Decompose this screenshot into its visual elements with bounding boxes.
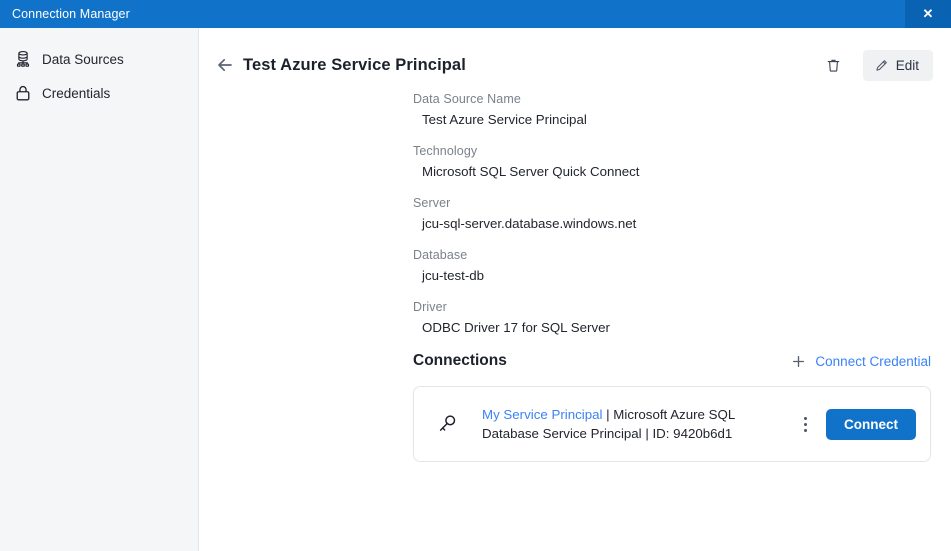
page-header: Test Azure Service Principal Edit	[199, 28, 951, 84]
field-database: Database jcu-test-db	[413, 248, 951, 283]
edit-button[interactable]: Edit	[863, 50, 933, 81]
kebab-menu-icon[interactable]	[794, 410, 816, 438]
field-label: Data Source Name	[413, 92, 951, 106]
field-server: Server jcu-sql-server.database.windows.n…	[413, 196, 951, 231]
field-label: Database	[413, 248, 951, 262]
connect-credential-button[interactable]: Connect Credential	[791, 354, 931, 369]
field-value: Test Azure Service Principal	[413, 112, 951, 127]
field-value: jcu-test-db	[413, 268, 951, 283]
details-fields: Data Source Name Test Azure Service Prin…	[199, 84, 951, 335]
connections-header: Connections Connect Credential	[413, 352, 931, 370]
back-arrow-icon[interactable]	[215, 55, 235, 75]
field-label: Server	[413, 196, 951, 210]
page-title: Test Azure Service Principal	[243, 56, 466, 75]
sidebar: Data Sources Credentials	[0, 28, 199, 551]
key-icon	[436, 412, 460, 436]
header-actions: Edit	[819, 50, 933, 81]
sidebar-item-credentials[interactable]: Credentials	[0, 76, 198, 110]
field-data-source-name: Data Source Name Test Azure Service Prin…	[413, 92, 951, 127]
field-value: Microsoft SQL Server Quick Connect	[413, 164, 951, 179]
connections-title: Connections	[413, 352, 507, 370]
app-shell: Data Sources Credentials Test Azure Serv…	[0, 28, 951, 551]
sidebar-item-label: Credentials	[42, 86, 110, 101]
connect-button[interactable]: Connect	[826, 409, 916, 440]
lock-icon	[14, 84, 32, 102]
database-icon	[14, 50, 32, 68]
connect-credential-label: Connect Credential	[815, 354, 931, 369]
window-title: Connection Manager	[0, 7, 130, 21]
sidebar-item-data-sources[interactable]: Data Sources	[0, 42, 198, 76]
sidebar-item-label: Data Sources	[42, 52, 124, 67]
pencil-icon	[874, 58, 889, 73]
field-driver: Driver ODBC Driver 17 for SQL Server	[413, 300, 951, 335]
credential-link[interactable]: My Service Principal	[482, 407, 602, 422]
field-technology: Technology Microsoft SQL Server Quick Co…	[413, 144, 951, 179]
field-value: jcu-sql-server.database.windows.net	[413, 216, 951, 231]
close-icon[interactable]: ✕	[905, 0, 951, 28]
field-label: Technology	[413, 144, 951, 158]
main-content: Test Azure Service Principal Edit	[199, 28, 951, 551]
plus-icon	[791, 354, 806, 369]
window-titlebar: Connection Manager ✕	[0, 0, 951, 28]
field-label: Driver	[413, 300, 951, 314]
edit-button-label: Edit	[896, 58, 919, 73]
field-value: ODBC Driver 17 for SQL Server	[413, 320, 951, 335]
connection-row: My Service Principal | Microsoft Azure S…	[413, 386, 931, 462]
connection-actions: Connect	[794, 409, 916, 440]
connection-description: My Service Principal | Microsoft Azure S…	[482, 405, 794, 443]
trash-icon[interactable]	[819, 50, 849, 80]
